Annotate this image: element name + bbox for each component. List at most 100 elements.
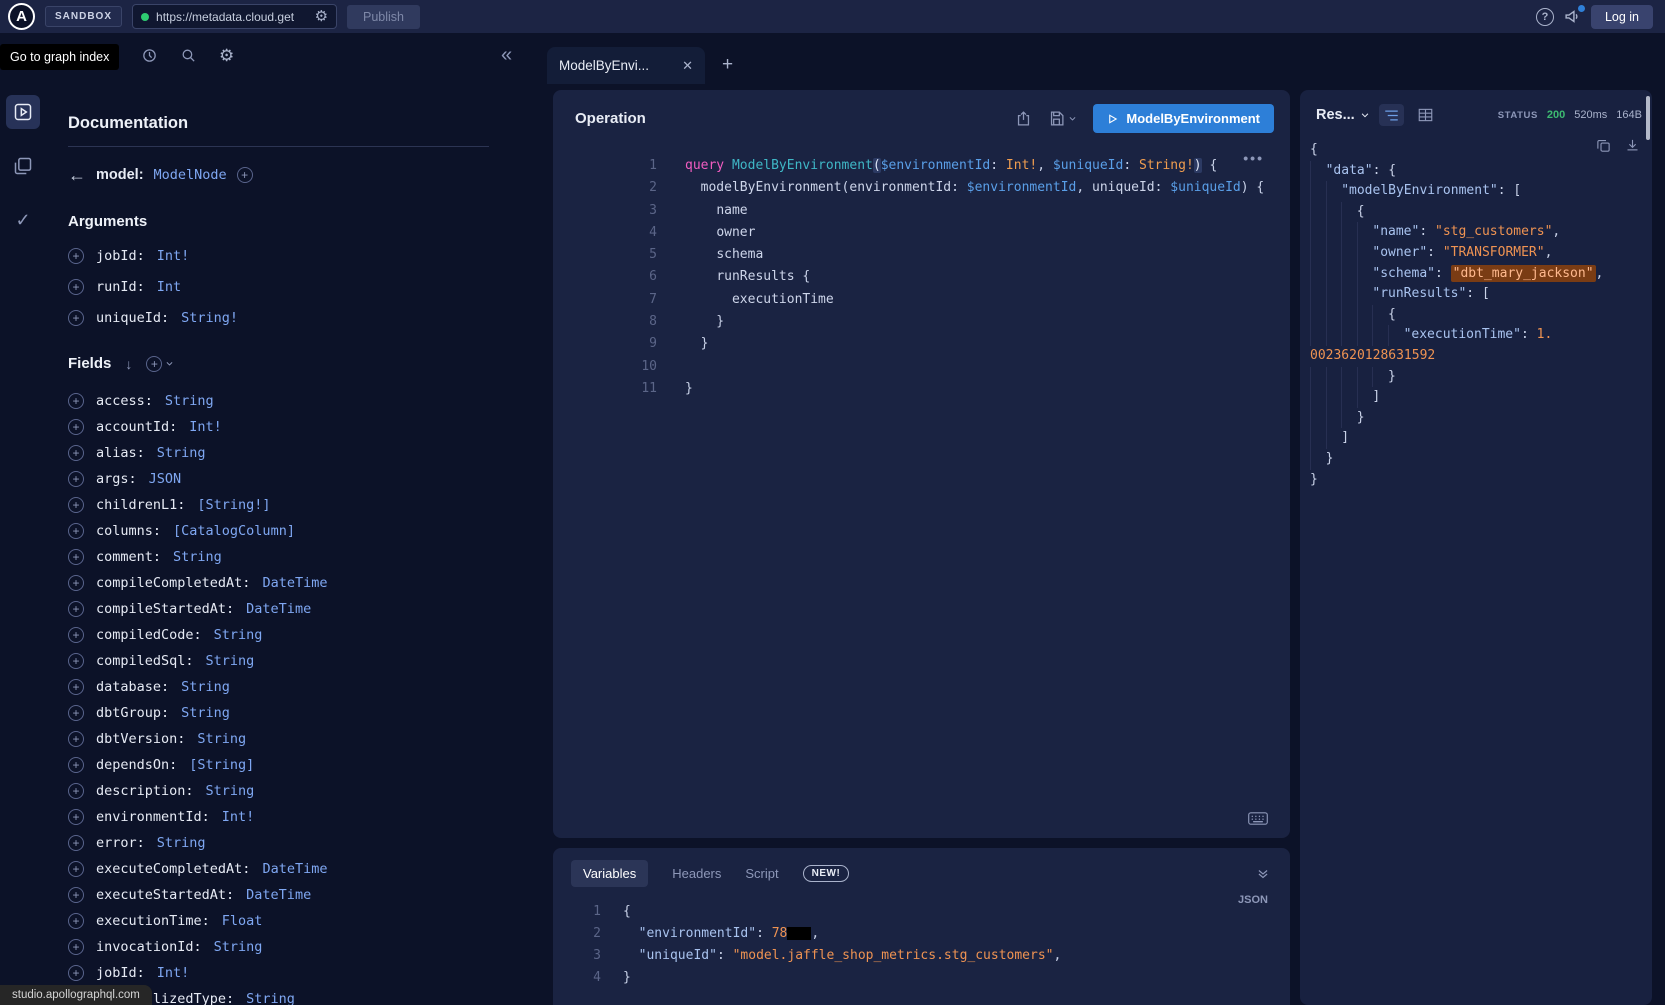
add-to-operation-icon[interactable]: + [68,601,84,617]
field-type-link[interactable]: String [173,549,222,565]
field-type-link[interactable]: DateTime [262,575,327,591]
announcements-megaphone-icon[interactable] [1564,8,1581,25]
field-type-link[interactable]: String [181,679,230,695]
save-operation-icon[interactable] [1048,110,1077,127]
indent-guide [1310,181,1326,202]
field-type-link[interactable]: [String!] [197,497,270,513]
field-type-link[interactable]: DateTime [246,601,311,617]
field-type-link[interactable]: JSON [149,471,182,487]
search-icon[interactable] [180,47,197,64]
field-row: +compileStartedAt:DateTime [68,596,489,622]
add-to-operation-icon[interactable]: + [68,861,84,877]
add-to-operation-icon[interactable]: + [68,679,84,695]
add-to-operation-icon[interactable]: + [68,731,84,747]
add-to-operation-icon[interactable]: + [68,393,84,409]
field-type-link[interactable]: String [165,393,214,409]
close-tab-icon[interactable]: ✕ [682,58,693,74]
add-to-operation-icon[interactable]: + [68,248,84,264]
field-type-link[interactable]: String [214,939,263,955]
login-button[interactable]: Log in [1591,5,1653,29]
field-type-link[interactable]: DateTime [246,887,311,903]
field-type-link[interactable]: Int [157,279,181,295]
field-type-link[interactable]: String [197,731,246,747]
add-to-operation-icon[interactable]: + [68,445,84,461]
graph-url-input[interactable]: https://metadata.cloud.get ⚙ [132,4,337,29]
add-to-operation-icon[interactable]: + [68,757,84,773]
response-scrollbar[interactable] [1646,96,1650,140]
add-to-operation-icon[interactable]: + [68,835,84,851]
new-tab-icon[interactable]: + [722,54,733,76]
publish-button[interactable]: Publish [347,5,420,29]
field-type-link[interactable]: [String] [189,757,254,773]
add-to-operation-icon[interactable]: + [68,627,84,643]
field-type-link[interactable]: String [157,835,206,851]
add-to-operation-icon[interactable]: + [68,887,84,903]
keyboard-shortcuts-icon[interactable] [1248,811,1268,826]
field-type-link[interactable]: Float [222,913,263,929]
variables-code-line: 3 "uniqueId": "model.jaffle_shop_metrics… [553,945,1290,967]
collapse-panel-icon[interactable] [1256,867,1270,881]
back-arrow-icon[interactable]: ← [68,166,86,184]
share-operation-icon[interactable] [1015,110,1032,127]
add-to-operation-icon[interactable]: + [68,653,84,669]
field-type-link[interactable]: String [214,627,263,643]
run-operation-button[interactable]: ModelByEnvironment [1093,104,1274,133]
apollo-logo[interactable]: A [8,3,35,30]
add-to-operation-icon[interactable]: + [68,939,84,955]
variables-editor[interactable]: 1{2 "environmentId": 78,3 "uniqueId": "m… [553,901,1290,989]
explorer-nav-icon[interactable] [6,95,40,129]
add-to-operation-icon[interactable]: + [68,419,84,435]
tab-variables[interactable]: Variables [571,860,648,887]
response-code-line: } [1310,470,1644,491]
add-to-operation-icon[interactable]: + [68,549,84,565]
field-type-link[interactable]: String [206,783,255,799]
line-options-icon[interactable]: ••• [1243,150,1264,166]
field-type-link[interactable]: String [206,653,255,669]
add-to-operation-icon[interactable]: + [68,471,84,487]
add-all-fields-control[interactable]: + [146,356,174,372]
response-title-dropdown[interactable]: Res... [1316,107,1370,123]
field-type-link[interactable]: Int! [222,809,255,825]
settings-gear-icon[interactable]: ⚙ [219,47,234,64]
copy-response-icon[interactable] [1596,138,1611,153]
field-type-link[interactable]: Int! [157,248,190,264]
download-response-icon[interactable] [1625,138,1640,153]
sort-fields-icon[interactable]: ↓ [125,356,132,372]
field-type-link[interactable]: DateTime [262,861,327,877]
field-type-link[interactable]: String [181,705,230,721]
add-to-operation-icon[interactable]: + [68,497,84,513]
add-type-icon[interactable]: + [237,167,253,183]
field-type-link[interactable]: String [157,445,206,461]
checklist-nav-icon[interactable]: ✓ [6,203,40,237]
add-to-operation-icon[interactable]: + [68,279,84,295]
field-type-link[interactable]: [CatalogColumn] [173,523,295,539]
table-view-icon[interactable] [1413,104,1438,126]
tab-modelbyenvironment[interactable]: ModelByEnvi... ✕ [547,47,705,84]
add-to-operation-icon[interactable]: + [68,705,84,721]
schema-nav-icon[interactable] [6,149,40,183]
tab-headers[interactable]: Headers [672,866,721,881]
help-icon[interactable]: ? [1536,8,1554,26]
add-to-operation-icon[interactable]: + [68,965,84,981]
graphql-editor[interactable]: 1query ModelByEnvironment($environmentId… [553,155,1290,400]
field-type-link[interactable]: String! [181,310,238,326]
line-number: 2 [553,923,601,945]
operation-code-line: 11} [553,378,1290,400]
field-type-link[interactable]: Int! [157,965,190,981]
add-to-operation-icon[interactable]: + [68,575,84,591]
connection-settings-gear-icon[interactable]: ⚙ [315,9,328,24]
add-to-operation-icon[interactable]: + [68,809,84,825]
add-to-operation-icon[interactable]: + [68,783,84,799]
add-to-operation-icon[interactable]: + [68,913,84,929]
field-type-link[interactable]: Int! [189,419,222,435]
history-icon[interactable] [141,47,158,64]
indent-guide [1357,325,1373,346]
breadcrumb-type-link[interactable]: ModelNode [154,167,227,183]
add-to-operation-icon[interactable]: + [68,310,84,326]
tab-script[interactable]: Script [745,866,778,881]
add-to-operation-icon[interactable]: + [68,523,84,539]
tree-view-icon[interactable] [1379,104,1404,126]
collapse-sidebar-icon[interactable]: « [501,45,512,65]
field-row: +dependsOn:[String] [68,752,489,778]
field-type-link[interactable]: String [246,991,295,1005]
